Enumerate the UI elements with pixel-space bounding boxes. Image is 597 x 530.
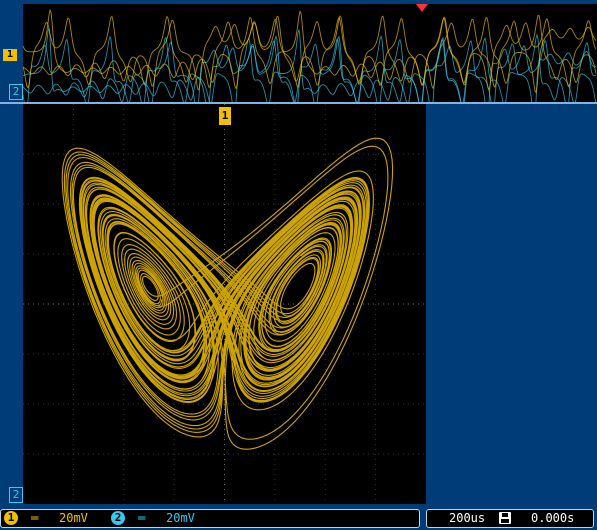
trigger-time[interactable]: 0.000s [531, 510, 574, 527]
ch1-scale[interactable]: 20mV [59, 510, 88, 527]
ch1-overview-trace [23, 15, 597, 91]
floppy-icon [499, 512, 511, 524]
ch1-indicator[interactable]: 1 [4, 511, 18, 525]
ch2-offset-marker-overview[interactable]: 2 [9, 84, 23, 100]
channel-settings-box[interactable]: 1 ═ 20mV 2 ═ 20mV [0, 509, 420, 528]
xy-plot [23, 104, 426, 504]
ch2-scale[interactable]: 20mV [166, 510, 195, 527]
ch2-offset-marker[interactable]: 2 [9, 487, 23, 503]
timebase-box[interactable]: 200us 0.000s [426, 509, 594, 528]
overview-waveforms [23, 8, 597, 102]
dc-coupling-icon: ═ [31, 511, 39, 525]
waveform-overview[interactable] [23, 4, 597, 102]
ch2-indicator[interactable]: 2 [111, 511, 125, 525]
ch1-position-marker[interactable]: 1 [219, 107, 231, 125]
trigger-position-marker[interactable] [416, 4, 428, 12]
status-bar: 1 ═ 20mV 2 ═ 20mV 200us 0.000s [0, 506, 597, 530]
xy-display[interactable] [23, 104, 426, 504]
ch1-offset-marker[interactable]: 1 [3, 49, 17, 61]
dc-coupling-icon: ═ [138, 511, 146, 525]
timebase-scale[interactable]: 200us [449, 510, 485, 527]
ch1-xy-trace [61, 137, 394, 450]
